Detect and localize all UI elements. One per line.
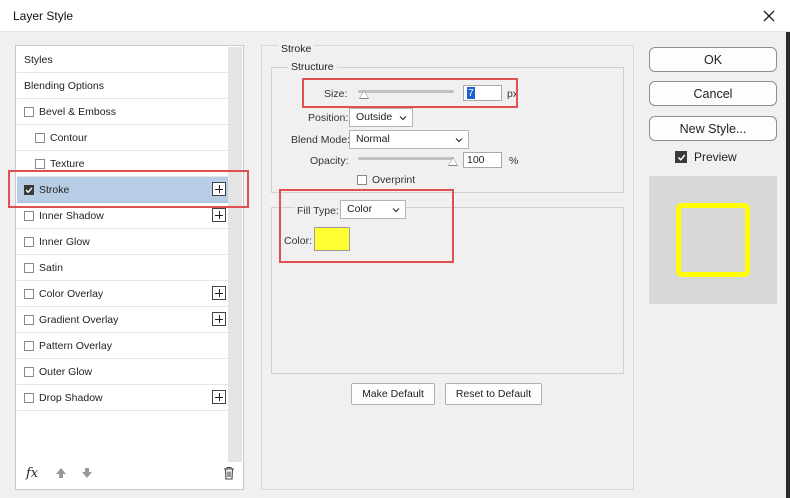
stroke-section-title: Stroke [278, 43, 315, 55]
ok-label: OK [703, 52, 723, 67]
add-effect-plus-icon[interactable] [212, 390, 226, 404]
fx-icon: fx [26, 466, 39, 481]
opacity-value: 100 [467, 154, 485, 166]
style-checkbox[interactable] [35, 158, 45, 169]
chevron-down-icon [455, 138, 463, 143]
new-style-button[interactable]: New Style... [649, 116, 777, 141]
style-item-label: Inner Shadow [39, 209, 104, 222]
highlight-fill-settings [279, 189, 454, 263]
style-checkbox[interactable] [24, 314, 34, 325]
style-item-label: Satin [39, 261, 63, 274]
opacity-label: Opacity: [310, 155, 349, 167]
background-edge [786, 32, 790, 498]
style-item-outer-glow[interactable]: Outer Glow [17, 359, 228, 385]
style-item-contour[interactable]: Contour [17, 125, 228, 151]
structure-title: Structure [288, 61, 337, 73]
style-item-drop-shadow[interactable]: Drop Shadow [17, 385, 228, 411]
style-item-color-overlay[interactable]: Color Overlay [17, 281, 228, 307]
highlight-size-field [302, 78, 518, 108]
opacity-slider-thumb[interactable] [448, 157, 458, 166]
overprint-label: Overprint [372, 174, 416, 186]
style-checkbox[interactable] [24, 340, 34, 351]
cancel-button[interactable]: Cancel [649, 81, 777, 106]
style-item-label: Pattern Overlay [39, 339, 112, 352]
arrow-up-icon [56, 468, 66, 478]
position-label: Position: [308, 112, 349, 124]
fx-button[interactable]: fx [26, 466, 38, 481]
delete-effect-button[interactable] [223, 466, 235, 483]
style-checkbox[interactable] [35, 132, 45, 143]
style-item-label: Color Overlay [39, 287, 104, 300]
scrollbar[interactable] [228, 47, 242, 462]
cancel-label: Cancel [693, 86, 733, 101]
opacity-unit: % [509, 155, 519, 167]
close-icon [763, 10, 775, 22]
style-item-label: Blending Options [24, 79, 104, 92]
style-checkbox[interactable] [24, 288, 34, 299]
styles-list-panel: Styles Blending Options Bevel & Emboss Cont… [15, 45, 244, 490]
add-effect-plus-icon[interactable] [212, 312, 226, 326]
make-default-label: Make Default [362, 388, 424, 400]
preview-thumbnail [649, 176, 777, 304]
style-checkbox[interactable] [24, 262, 34, 273]
reset-default-label: Reset to Default [455, 388, 532, 400]
move-up-button[interactable] [55, 467, 67, 482]
style-item-inner-glow[interactable]: Inner Glow [17, 229, 228, 255]
preview-toggle[interactable]: Preview [675, 150, 737, 164]
position-value: Outside [356, 111, 393, 123]
trash-icon [224, 466, 234, 480]
style-item-label: Texture [50, 157, 85, 170]
style-item-label: Gradient Overlay [39, 313, 119, 326]
ok-button[interactable]: OK [649, 47, 777, 72]
preview-checkbox[interactable] [675, 151, 687, 163]
style-item-styles[interactable]: Styles [17, 47, 228, 73]
add-effect-plus-icon[interactable] [212, 208, 226, 222]
style-item-label: Contour [50, 131, 88, 144]
position-select[interactable]: Outside [349, 108, 413, 127]
preview-stroke-square [676, 203, 750, 277]
style-item-label: Inner Glow [39, 235, 90, 248]
add-effect-plus-icon[interactable] [212, 286, 226, 300]
style-item-gradient-overlay[interactable]: Gradient Overlay [17, 307, 228, 333]
stroke-panel: Stroke Structure Size: 7 px Position: Ou… [261, 43, 634, 490]
new-style-label: New Style... [679, 121, 747, 136]
style-item-label: Styles [24, 53, 53, 66]
close-button[interactable] [756, 4, 782, 28]
make-default-button[interactable]: Make Default [351, 383, 435, 405]
arrow-down-icon [82, 468, 92, 478]
title-bar: Layer Style [0, 0, 790, 32]
style-item-label: Outer Glow [39, 365, 93, 378]
opacity-input[interactable]: 100 [463, 152, 502, 168]
style-checkbox[interactable] [24, 236, 34, 247]
highlight-stroke-item [8, 170, 249, 208]
style-checkbox[interactable] [24, 392, 34, 403]
overprint-checkbox[interactable] [357, 175, 367, 185]
style-item-satin[interactable]: Satin [17, 255, 228, 281]
blend-mode-select[interactable]: Normal [349, 130, 469, 149]
move-down-button[interactable] [81, 467, 93, 482]
style-item-label: Drop Shadow [39, 391, 103, 404]
style-item-pattern-overlay[interactable]: Pattern Overlay [17, 333, 228, 359]
style-item-blending-options[interactable]: Blending Options [17, 73, 228, 99]
chevron-down-icon [399, 116, 407, 121]
preview-label: Preview [694, 150, 737, 164]
style-item-bevel-and-emboss[interactable]: Bevel & Emboss [17, 99, 228, 125]
style-checkbox[interactable] [24, 106, 34, 117]
reset-default-button[interactable]: Reset to Default [445, 383, 542, 405]
style-item-label: Bevel & Emboss [39, 105, 117, 118]
opacity-slider[interactable] [358, 157, 454, 160]
styles-list-footer: fx [17, 460, 242, 488]
style-checkbox[interactable] [24, 210, 34, 221]
blend-mode-label: Blend Mode: [291, 134, 350, 146]
style-checkbox[interactable] [24, 366, 34, 377]
window-title: Layer Style [13, 9, 74, 23]
blend-mode-value: Normal [356, 133, 390, 145]
checkmark-icon [677, 154, 685, 161]
